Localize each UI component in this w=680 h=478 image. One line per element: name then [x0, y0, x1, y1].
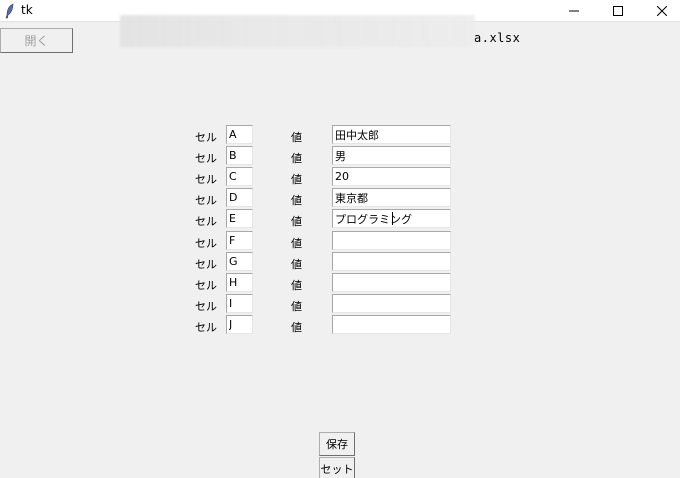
cell-label: セル: [195, 321, 217, 334]
cell-input[interactable]: [226, 209, 253, 228]
cell-label: セル: [195, 173, 217, 186]
value-input[interactable]: [332, 252, 451, 271]
maximize-button[interactable]: [596, 0, 640, 22]
close-button[interactable]: [640, 0, 680, 22]
cell-input[interactable]: [226, 252, 253, 271]
minimize-icon: [569, 10, 579, 12]
cell-input[interactable]: [226, 167, 253, 186]
value-label: 値: [291, 194, 302, 207]
value-input[interactable]: [332, 231, 451, 250]
set-button[interactable]: セット: [319, 457, 355, 478]
minimize-button[interactable]: [552, 0, 596, 22]
save-button[interactable]: 保存: [319, 432, 355, 456]
value-input[interactable]: [332, 146, 451, 165]
cell-label: セル: [195, 237, 217, 250]
cell-input[interactable]: [226, 125, 253, 144]
value-label: 値: [291, 215, 302, 228]
cell-input[interactable]: [226, 315, 253, 334]
blurred-path-area: [120, 15, 475, 47]
file-name-label: a.xlsx: [474, 31, 521, 45]
value-input[interactable]: [332, 294, 451, 313]
window-title: tk: [21, 3, 33, 17]
value-label: 値: [291, 131, 302, 144]
value-label: 値: [291, 258, 302, 271]
cell-label: セル: [195, 131, 217, 144]
cell-label: セル: [195, 215, 217, 228]
feather-icon: [5, 3, 14, 19]
cell-input[interactable]: [226, 294, 253, 313]
value-input[interactable]: [332, 273, 451, 292]
value-input[interactable]: [332, 125, 451, 144]
value-label: 値: [291, 279, 302, 292]
value-label: 値: [291, 300, 302, 313]
maximize-icon: [613, 6, 623, 16]
value-label: 値: [291, 173, 302, 186]
close-icon: [657, 6, 667, 16]
cell-input[interactable]: [226, 231, 253, 250]
cell-input[interactable]: [226, 146, 253, 165]
cell-input[interactable]: [226, 188, 253, 207]
cell-label: セル: [195, 300, 217, 313]
value-input[interactable]: [332, 315, 451, 334]
value-input[interactable]: [332, 188, 451, 207]
value-label: 値: [291, 237, 302, 250]
cell-label: セル: [195, 279, 217, 292]
value-input[interactable]: [332, 167, 451, 186]
value-label: 値: [291, 321, 302, 334]
text-caret: [392, 212, 393, 225]
open-button[interactable]: 開く: [0, 28, 73, 53]
value-label: 値: [291, 152, 302, 165]
cell-label: セル: [195, 258, 217, 271]
cell-label: セル: [195, 194, 217, 207]
cell-input[interactable]: [226, 273, 253, 292]
cell-label: セル: [195, 152, 217, 165]
